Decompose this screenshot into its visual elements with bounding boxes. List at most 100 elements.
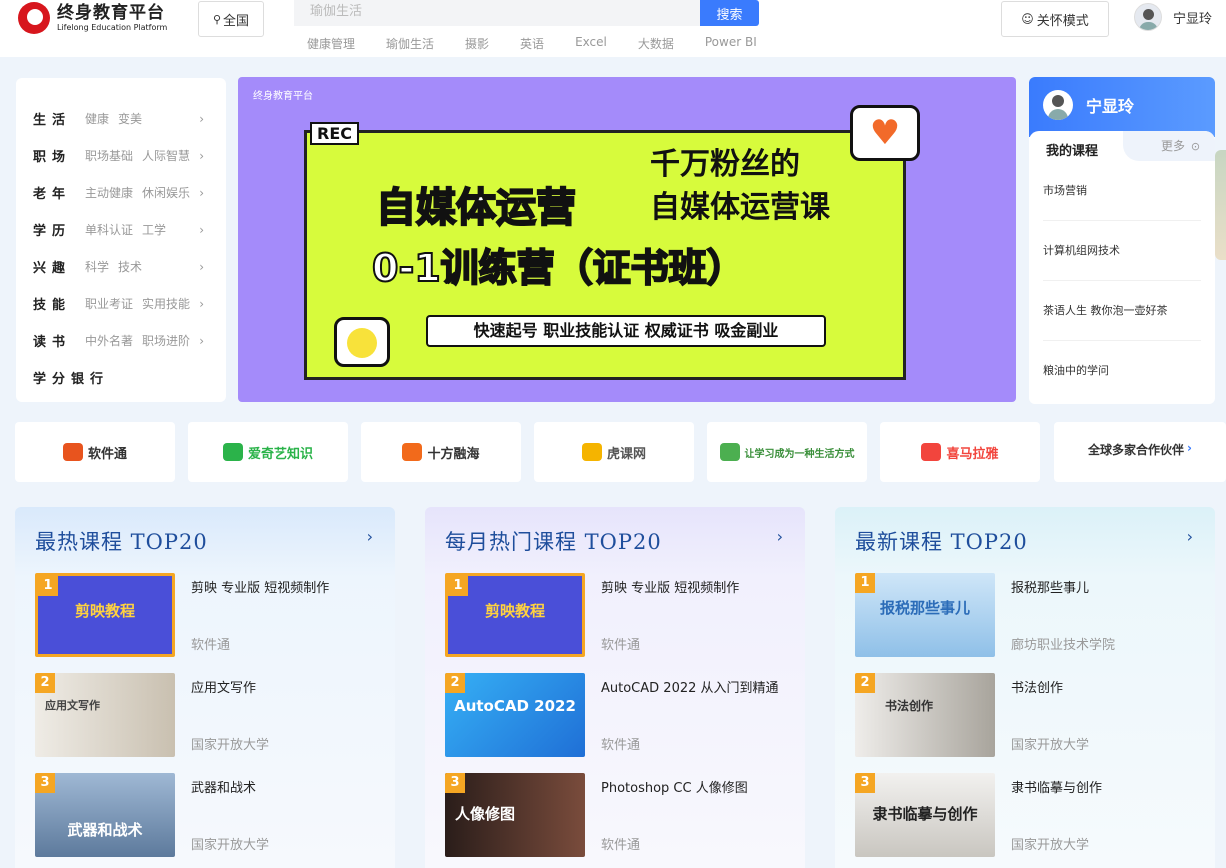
course-item[interactable]: 2 应用文写作 应用文写作 国家开放大学 (35, 673, 375, 757)
course-title[interactable]: 剪映 专业版 短视频制作 (191, 577, 329, 596)
category-sub[interactable]: 实用技能 (142, 295, 190, 312)
category-sub[interactable]: 休闲娱乐 (142, 184, 190, 201)
hot-tag[interactable]: 英语 (520, 35, 544, 52)
course-title[interactable]: 报税那些事儿 (1011, 577, 1089, 596)
search-input[interactable]: 瑜伽生活 (294, 0, 700, 26)
course-title[interactable]: 武器和战术 (191, 777, 256, 796)
partner-global[interactable]: 全球多家合作伙伴 › (1054, 422, 1226, 482)
rank-badge: 1 (855, 573, 875, 593)
course-item[interactable]: 1 剪映教程 剪映 专业版 短视频制作 软件通 (445, 573, 785, 657)
logo-title: 终身教育平台 (57, 3, 165, 23)
banner-tagline: 快速起号 职业技能认证 权威证书 吸金副业 (426, 315, 826, 347)
category-sub[interactable]: 人际智慧 (142, 147, 190, 164)
chevron-right-icon[interactable]: › (777, 527, 783, 546)
course-item[interactable]: 3 隶书临摹与创作 隶书临摹与创作 国家开放大学 (855, 773, 1195, 857)
category-sub[interactable]: 单科认证 (85, 221, 133, 238)
category-sub[interactable]: 健康 (85, 110, 109, 127)
course-title[interactable]: Photoshop CC 人像修图 (601, 777, 748, 796)
my-course-item[interactable]: 茶语人生 教你泡一壶好茶 (1043, 281, 1201, 341)
category-sub[interactable]: 中外名著 (85, 332, 133, 349)
category-sub[interactable]: 工学 (142, 221, 166, 238)
category-name: 老年 (33, 187, 72, 202)
chevron-right-icon: › (199, 334, 204, 348)
category-sub[interactable]: 职场进阶 (142, 332, 190, 349)
course-source: 软件通 (191, 638, 231, 653)
course-thumbnail[interactable]: 2 书法创作 (855, 673, 995, 757)
hot-tag[interactable]: 瑜伽生活 (386, 35, 434, 52)
category-sub[interactable]: 变美 (118, 110, 142, 127)
course-thumbnail[interactable]: 2 应用文写作 (35, 673, 175, 757)
partner-shifang[interactable]: 十方融海 (361, 422, 521, 482)
chevron-right-icon: › (199, 297, 204, 311)
course-title[interactable]: 书法创作 (1011, 677, 1063, 696)
course-title[interactable]: 剪映 专业版 短视频制作 (601, 577, 739, 596)
course-item[interactable]: 3 武器和战术 武器和战术 国家开放大学 (35, 773, 375, 857)
course-thumbnail[interactable]: 3 隶书临摹与创作 (855, 773, 995, 857)
category-sub[interactable]: 职场基础 (85, 147, 133, 164)
course-thumbnail[interactable]: 3 人像修图 (445, 773, 585, 857)
course-item[interactable]: 3 人像修图 Photoshop CC 人像修图 软件通 (445, 773, 785, 857)
chevron-right-icon[interactable]: › (1187, 527, 1193, 546)
partner-name: 十方融海 (427, 446, 480, 462)
category-item[interactable]: 学历 单科认证 工学 › (16, 211, 226, 248)
course-item[interactable]: 2 书法创作 书法创作 国家开放大学 (855, 673, 1195, 757)
course-thumbnail[interactable]: 3 武器和战术 (35, 773, 175, 857)
course-thumbnail[interactable]: 1 剪映教程 (445, 573, 585, 657)
tab-my-courses[interactable]: 我的课程 (1046, 140, 1098, 159)
partner-iqiyi[interactable]: 爱奇艺知识 (188, 422, 348, 482)
hot-tag[interactable]: 大数据 (638, 35, 674, 52)
search-button[interactable]: 搜索 (700, 0, 759, 26)
region-label: 全国 (223, 13, 250, 29)
course-item[interactable]: 1 报税那些事儿 报税那些事儿 廊坊职业技术学院 (855, 573, 1195, 657)
hot-tag[interactable]: Power BI (705, 35, 757, 52)
category-item[interactable]: 读书 中外名著 职场进阶 › (16, 322, 226, 359)
more-link[interactable]: 更多 ⊙ (1123, 131, 1215, 161)
category-name: 读书 (33, 335, 72, 350)
rank-badge: 2 (445, 673, 465, 693)
category-item[interactable]: 技能 职业考证 实用技能 › (16, 285, 226, 322)
category-name: 学分银行 (33, 372, 110, 387)
platform-logo[interactable]: 终身教育平台 Lifelong Education Platform (18, 2, 167, 34)
my-course-item[interactable]: 粮油中的学问 (1043, 341, 1201, 401)
category-item[interactable]: 兴趣 科学 技术 › (16, 248, 226, 285)
course-thumbnail[interactable]: 1 剪映教程 (35, 573, 175, 657)
chevron-circle-right-icon: ⊙ (1190, 140, 1201, 153)
partner-hukewang[interactable]: 虎课网 (534, 422, 694, 482)
chevron-right-icon[interactable]: › (367, 527, 373, 546)
course-thumbnail[interactable]: 1 报税那些事儿 (855, 573, 995, 657)
thumbnail-text: 人像修图 (455, 805, 516, 823)
course-title[interactable]: 隶书临摹与创作 (1011, 777, 1102, 796)
hot-tag[interactable]: Excel (575, 35, 607, 52)
region-button[interactable]: ⚲ 全国 (198, 1, 264, 37)
category-sub[interactable]: 科学 (85, 258, 109, 275)
category-item[interactable]: 职场 职场基础 人际智慧 › (16, 137, 226, 174)
hot-courses-column: 最热课程 TOP20 › 1 剪映教程 剪映 专业版 短视频制作 软件通 2 应… (15, 507, 395, 868)
category-item-credit-bank[interactable]: 学分银行 (16, 359, 226, 396)
course-thumbnail[interactable]: 2 AutoCAD 2022 (445, 673, 585, 757)
hero-banner[interactable]: 终身教育平台 REC ♥ 千万粉丝的 自媒体运营 自媒体运营课 0-1训练营（证… (238, 77, 1016, 402)
partner-softtone[interactable]: 软件通 (15, 422, 175, 482)
partner-ximalaya[interactable]: 喜马拉雅 (880, 422, 1040, 482)
course-item[interactable]: 2 AutoCAD 2022 AutoCAD 2022 从入门到精通 软件通 (445, 673, 785, 757)
chevron-right-icon: › (199, 186, 204, 200)
partner-xuexi[interactable]: 让学习成为一种生活方式 (707, 422, 867, 482)
user-menu[interactable]: 宁显玲 (1134, 3, 1212, 31)
category-sub[interactable]: 技术 (118, 258, 142, 275)
column-title: 最热课程 TOP20 (35, 530, 208, 554)
care-mode-label: 关怀模式 (1036, 13, 1089, 29)
course-item[interactable]: 1 剪映教程 剪映 专业版 短视频制作 软件通 (35, 573, 375, 657)
course-title[interactable]: AutoCAD 2022 从入门到精通 (601, 677, 779, 696)
category-item[interactable]: 生活 健康 变美 › (16, 100, 226, 137)
care-mode-button[interactable]: ☺ 关怀模式 (1001, 1, 1109, 37)
hot-tag[interactable]: 健康管理 (307, 35, 355, 52)
category-sub[interactable]: 职业考证 (85, 295, 133, 312)
course-title[interactable]: 应用文写作 (191, 677, 256, 696)
rank-badge: 1 (448, 576, 468, 596)
course-source: 廊坊职业技术学院 (1011, 638, 1116, 653)
top-header: 终身教育平台 Lifelong Education Platform ⚲ 全国 … (0, 0, 1226, 57)
category-item[interactable]: 老年 主动健康 休闲娱乐 › (16, 174, 226, 211)
category-sub[interactable]: 主动健康 (85, 184, 133, 201)
my-course-item[interactable]: 计算机组网技术 (1043, 221, 1201, 281)
hot-tag[interactable]: 摄影 (465, 35, 489, 52)
my-course-item[interactable]: 市场营销 (1043, 161, 1201, 221)
